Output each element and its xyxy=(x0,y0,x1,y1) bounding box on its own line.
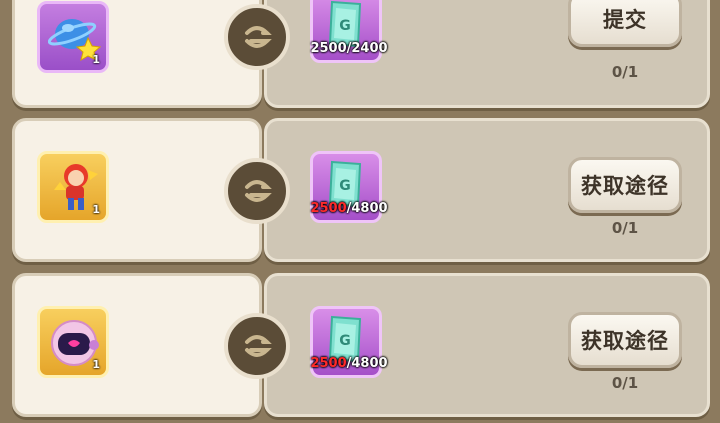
svg-text:G: G xyxy=(339,18,351,34)
count-need: /4800 xyxy=(346,201,388,216)
exchange-arrow-icon xyxy=(224,158,290,224)
submit-button[interactable]: 提交 xyxy=(568,0,682,47)
item-quantity: 1 xyxy=(92,203,100,216)
item-quantity: 1 xyxy=(92,358,100,371)
count-need: /2400 xyxy=(346,41,388,56)
requirement-card: G 2500/4800 获取途径 0/1 xyxy=(264,118,710,262)
reward-item-slot[interactable]: 1 xyxy=(37,1,109,73)
reward-item-slot[interactable]: 1 xyxy=(37,306,109,378)
requirement-card: G 2500/2400 提交 0/1 xyxy=(264,0,710,108)
exchange-arrow-icon xyxy=(224,313,290,379)
get-source-button[interactable]: 获取途径 xyxy=(568,157,682,213)
progress-text: 0/1 xyxy=(611,374,639,392)
material-slot[interactable]: G 2500/4800 xyxy=(310,306,388,378)
material-count: 2500/2400 xyxy=(301,41,397,56)
reward-item-slot[interactable]: 1 xyxy=(37,151,109,223)
progress-text: 0/1 xyxy=(611,63,639,81)
count-have: 2500 xyxy=(310,356,347,371)
material-slot[interactable]: G 2500/2400 xyxy=(310,0,388,63)
svg-text:G: G xyxy=(339,178,351,194)
get-source-button[interactable]: 获取途径 xyxy=(568,312,682,368)
item-quantity: 1 xyxy=(92,53,100,66)
reward-card: 1 xyxy=(12,0,262,108)
exchange-row-3: 1 G 2500/4800 获取途径 0/1 xyxy=(0,273,720,423)
material-slot[interactable]: G 2500/4800 xyxy=(310,151,388,223)
material-count: 2500/4800 xyxy=(301,201,397,216)
svg-text:G: G xyxy=(339,333,351,349)
count-have: 2500 xyxy=(310,41,347,56)
exchange-row-2: 1 G 2500/4800 获取途径 0/1 xyxy=(0,118,720,268)
exchange-row-1: 1 G 2500/2400 提交 0/1 xyxy=(0,0,720,114)
material-count: 2500/4800 xyxy=(301,356,397,371)
progress-text: 0/1 xyxy=(611,219,639,237)
count-need: /4800 xyxy=(346,356,388,371)
count-have: 2500 xyxy=(310,201,347,216)
exchange-arrow-icon xyxy=(224,4,290,70)
requirement-card: G 2500/4800 获取途径 0/1 xyxy=(264,273,710,417)
